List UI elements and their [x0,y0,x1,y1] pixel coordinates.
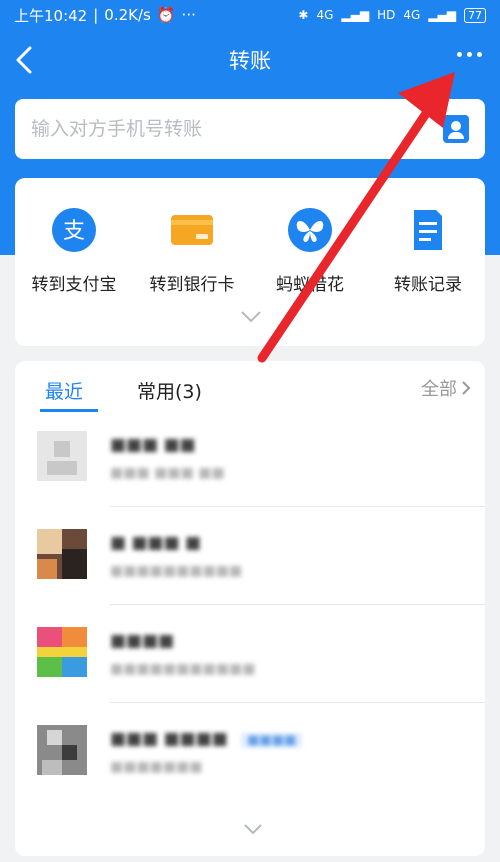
contact-account: ■■■■■■■■■■ [110,563,243,579]
contact-tag: ■■■■ [241,733,303,748]
contact-book-icon[interactable] [443,115,469,143]
back-chevron-icon[interactable] [12,44,36,76]
bluetooth-icon: ✱ [298,8,309,22]
status-speed: 0.2K/s [104,6,151,24]
signal-icon: ▂▄▆ [341,8,370,22]
contact-account: ■■■■■■■■■■■ [110,661,256,677]
action-transfer-alipay[interactable]: 支 转到支付宝 [15,206,133,295]
quick-actions-card: 支 转到支付宝 转到银行卡 蚂蚁借花 转账记录 [15,178,485,346]
action-label: 蚂蚁借花 [276,275,344,295]
contact-name: ■■■ ■■ [110,435,196,455]
contact-name-text: ■■■ ■■■■ [110,729,228,749]
action-label: 转到支付宝 [31,275,117,295]
status-bar: 上午10:42 | 0.2K/s ⏰ ··· ✱ 4G ▂▄▆ HD 4G ▂▄… [0,0,500,30]
bank-card-icon [171,215,213,245]
list-item[interactable]: ■■■■ ■■■■■■■■■■■ [15,605,485,703]
network-4g-2: 4G [403,8,421,22]
list-item[interactable]: ■ ■■■ ■ ■■■■■■■■■■ [15,507,485,605]
alipay-icon: 支 [52,208,96,252]
contact-name: ■ ■■■ ■ [110,533,202,553]
butterfly-icon [288,208,332,252]
svg-text:支: 支 [63,219,85,244]
battery-icon: 77 [464,7,486,23]
signal-icon-2: ▂▄▆ [428,8,456,22]
nav-bar: 转账 [0,30,500,90]
load-more-chevron-icon[interactable] [243,823,263,835]
tab-frequent[interactable]: 常用(3) [137,377,202,404]
action-label: 转账记录 [394,275,462,295]
alarm-icon: ⏰ [156,6,176,24]
contacts-list-card: 最近 常用(3) 全部 ■■■ ■■ ■■■ ■■■ ■■ ■ ■■■ ■ ■■… [15,361,485,856]
avatar [37,627,87,677]
avatar [37,431,87,481]
network-4g: 4G [316,8,334,22]
status-time: 上午10:42 [14,6,88,25]
list-item[interactable]: ■■■ ■■ ■■■ ■■■ ■■ [15,409,485,507]
action-transfer-records[interactable]: 转账记录 [369,206,487,295]
record-icon [414,210,442,250]
expand-chevron-icon[interactable] [240,310,262,324]
action-label: 转到银行卡 [149,275,235,295]
search-box[interactable] [15,99,485,159]
chevron-right-icon [462,381,471,395]
view-all-link[interactable]: 全部 [421,375,471,401]
contact-account: ■■■■■■■ [110,759,203,775]
avatar [37,529,87,579]
contact-account: ■■■ ■■■ ■■ [110,465,225,481]
phone-search-input[interactable] [31,118,443,140]
tab-recent[interactable]: 最近 [45,377,83,404]
action-transfer-bank-card[interactable]: 转到银行卡 [133,206,251,295]
page-title: 转账 [229,49,271,73]
status-dots: ··· [181,6,196,24]
contact-name: ■■■ ■■■■ ■■■■ [110,729,303,749]
action-ant-huabei[interactable]: 蚂蚁借花 [251,206,369,295]
hd-badge: HD [377,8,396,22]
contact-name: ■■■■ [110,631,175,651]
view-all-label: 全部 [421,379,457,400]
list-item[interactable]: ■■■ ■■■■ ■■■■ ■■■■■■■ [15,703,485,801]
avatar [37,725,87,775]
more-dots-icon[interactable] [457,52,482,57]
